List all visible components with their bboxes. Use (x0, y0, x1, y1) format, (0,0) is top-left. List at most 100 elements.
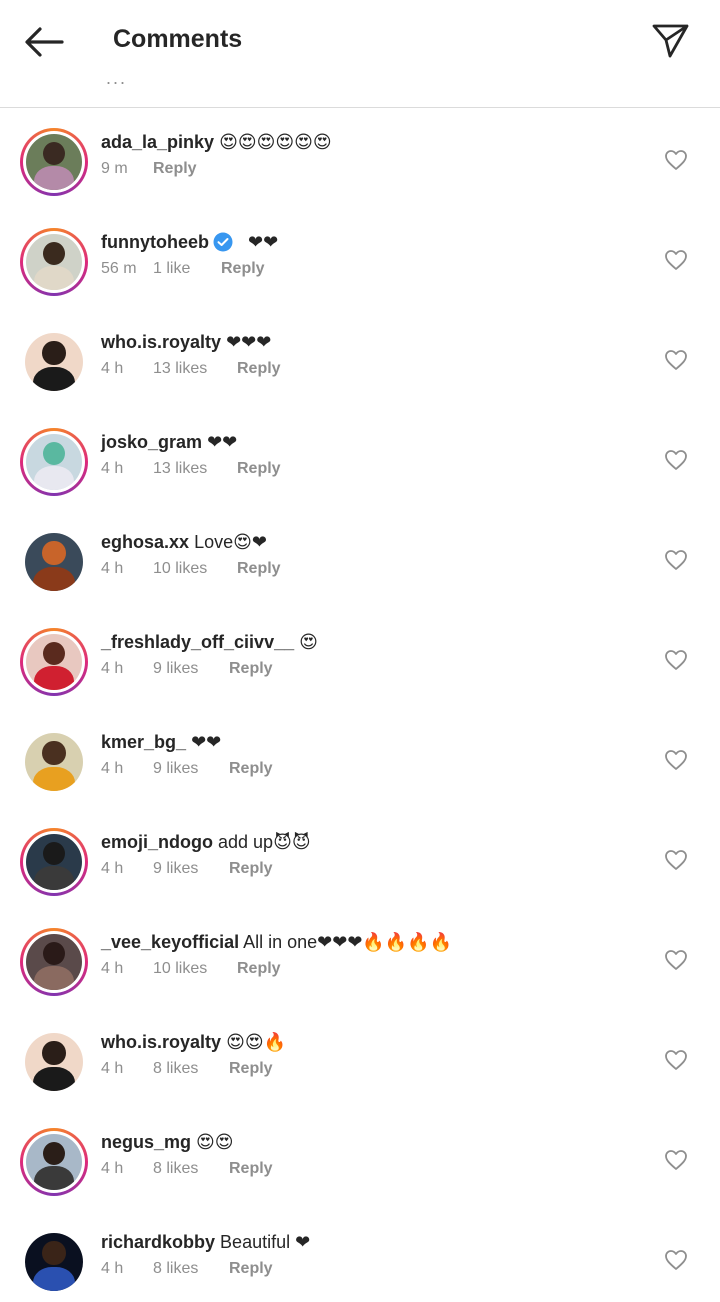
comment-likes[interactable]: 8 likes (153, 1160, 229, 1178)
avatar[interactable] (20, 228, 88, 296)
like-heart-icon[interactable] (664, 1248, 688, 1272)
avatar[interactable] (20, 1028, 88, 1096)
comment-time: 4 h (101, 360, 124, 377)
comment-item: josko_gram ❤❤ 4 h 13 likes Reply (0, 410, 720, 510)
comment-item: eghosa.xx Love😍❤ 4 h 10 likes Reply (0, 510, 720, 610)
avatar[interactable] (20, 628, 88, 696)
comment-text: ❤❤ (207, 432, 238, 452)
like-heart-icon[interactable] (664, 148, 688, 172)
reply-button[interactable]: Reply (229, 1160, 273, 1178)
comment-likes[interactable]: 10 likes (153, 960, 237, 978)
comment-username[interactable]: _vee_keyofficial (101, 932, 239, 952)
comment-username[interactable]: kmer_bg_ (101, 732, 186, 752)
comment-item: _freshlady_off_ciivv__ 😍 4 h 9 likes Reply (0, 610, 720, 710)
avatar[interactable] (20, 828, 88, 896)
comment-time: 4 h (101, 1260, 124, 1277)
comment-text: 😍 (299, 632, 318, 652)
comment-text: Love😍❤ (194, 532, 267, 552)
comment-text: ❤❤ (191, 732, 222, 752)
comment-item: ada_la_pinky 😍😍😍😍😍😍 9 m Reply (0, 110, 720, 210)
paper-plane-icon (652, 24, 689, 58)
avatar[interactable] (20, 1128, 88, 1196)
avatar[interactable] (20, 1228, 88, 1296)
back-button[interactable] (22, 24, 66, 60)
like-heart-icon[interactable] (664, 348, 688, 372)
comment-likes[interactable]: 9 likes (153, 660, 229, 678)
comment-username[interactable]: negus_mg (101, 1132, 191, 1152)
comment-username[interactable]: richardkobby (101, 1232, 215, 1252)
reply-button[interactable]: Reply (229, 1260, 273, 1278)
comment-text: 😍😍 (196, 1132, 234, 1152)
avatar[interactable] (20, 428, 88, 496)
avatar[interactable] (20, 528, 88, 596)
page-title: Comments (113, 25, 243, 53)
comment-username[interactable]: who.is.royalty (101, 332, 221, 352)
comments-list: ada_la_pinky 😍😍😍😍😍😍 9 m Reply funnytoheeb… (0, 110, 720, 1302)
comment-username[interactable]: eghosa.xx (101, 532, 189, 552)
reply-button[interactable]: Reply (237, 560, 281, 578)
comment-item: negus_mg 😍😍 4 h 8 likes Reply (0, 1110, 720, 1210)
comment-text: 😍😍🔥 (226, 1032, 287, 1052)
comment-item: who.is.royalty ❤❤❤ 4 h 13 likes Reply (0, 310, 720, 410)
comment-likes[interactable]: 13 likes (153, 360, 237, 378)
comment-likes[interactable]: 9 likes (153, 860, 229, 878)
comment-time: 9 m (101, 160, 128, 177)
comment-time: 4 h (101, 1160, 124, 1177)
reply-button[interactable]: Reply (153, 160, 197, 178)
reply-button[interactable]: Reply (229, 1060, 273, 1078)
comment-username[interactable]: ada_la_pinky (101, 132, 214, 152)
comment-time: 4 h (101, 560, 124, 577)
like-heart-icon[interactable] (664, 748, 688, 772)
avatar[interactable] (20, 128, 88, 196)
like-heart-icon[interactable] (664, 1048, 688, 1072)
reply-button[interactable]: Reply (229, 860, 273, 878)
comment-text: Beautiful ❤ (220, 1232, 311, 1252)
comment-username[interactable]: who.is.royalty (101, 1032, 221, 1052)
reply-button[interactable]: Reply (237, 960, 281, 978)
more-comments-indicator[interactable]: ... (106, 68, 127, 89)
reply-button[interactable]: Reply (237, 460, 281, 478)
verified-badge-icon (213, 232, 233, 252)
comment-text: ❤❤ (248, 232, 279, 252)
reply-button[interactable]: Reply (229, 660, 273, 678)
comment-text: All in one❤❤❤🔥🔥🔥🔥 (243, 932, 453, 952)
avatar[interactable] (20, 928, 88, 996)
avatar[interactable] (20, 728, 88, 796)
reply-button[interactable]: Reply (221, 260, 265, 278)
comment-likes[interactable]: 9 likes (153, 760, 229, 778)
comment-likes[interactable]: 8 likes (153, 1060, 229, 1078)
arrow-left-icon (25, 27, 64, 57)
like-heart-icon[interactable] (664, 648, 688, 672)
like-heart-icon[interactable] (664, 848, 688, 872)
comment-item: funnytoheeb ❤❤ 56 m 1 like Reply (0, 210, 720, 310)
comment-item: _vee_keyofficial All in one❤❤❤🔥🔥🔥🔥 4 h 10… (0, 910, 720, 1010)
comment-likes[interactable]: 10 likes (153, 560, 237, 578)
share-button[interactable] (650, 20, 690, 60)
reply-button[interactable]: Reply (229, 760, 273, 778)
like-heart-icon[interactable] (664, 948, 688, 972)
comment-time: 4 h (101, 1060, 124, 1077)
comment-time: 4 h (101, 960, 124, 977)
like-heart-icon[interactable] (664, 448, 688, 472)
comment-item: emoji_ndogo add up😈😈 4 h 9 likes Reply (0, 810, 720, 910)
comment-text: ❤❤❤ (226, 332, 272, 352)
comment-item: who.is.royalty 😍😍🔥 4 h 8 likes Reply (0, 1010, 720, 1110)
comment-username[interactable]: emoji_ndogo (101, 832, 213, 852)
comment-text: 😍😍😍😍😍😍 (219, 132, 332, 152)
comment-username[interactable]: josko_gram (101, 432, 202, 452)
avatar[interactable] (20, 328, 88, 396)
like-heart-icon[interactable] (664, 1148, 688, 1172)
comment-time: 4 h (101, 760, 124, 777)
comment-username[interactable]: _freshlady_off_ciivv__ (101, 632, 294, 652)
like-heart-icon[interactable] (664, 248, 688, 272)
comment-item: richardkobby Beautiful ❤ 4 h 8 likes Reply (0, 1210, 720, 1302)
comment-time: 4 h (101, 660, 124, 677)
comment-time: 56 m (101, 260, 137, 277)
comment-likes[interactable]: 1 like (153, 260, 221, 278)
comment-username[interactable]: funnytoheeb (101, 232, 209, 252)
like-heart-icon[interactable] (664, 548, 688, 572)
comment-likes[interactable]: 8 likes (153, 1260, 229, 1278)
comment-time: 4 h (101, 860, 124, 877)
reply-button[interactable]: Reply (237, 360, 281, 378)
comment-likes[interactable]: 13 likes (153, 460, 237, 478)
